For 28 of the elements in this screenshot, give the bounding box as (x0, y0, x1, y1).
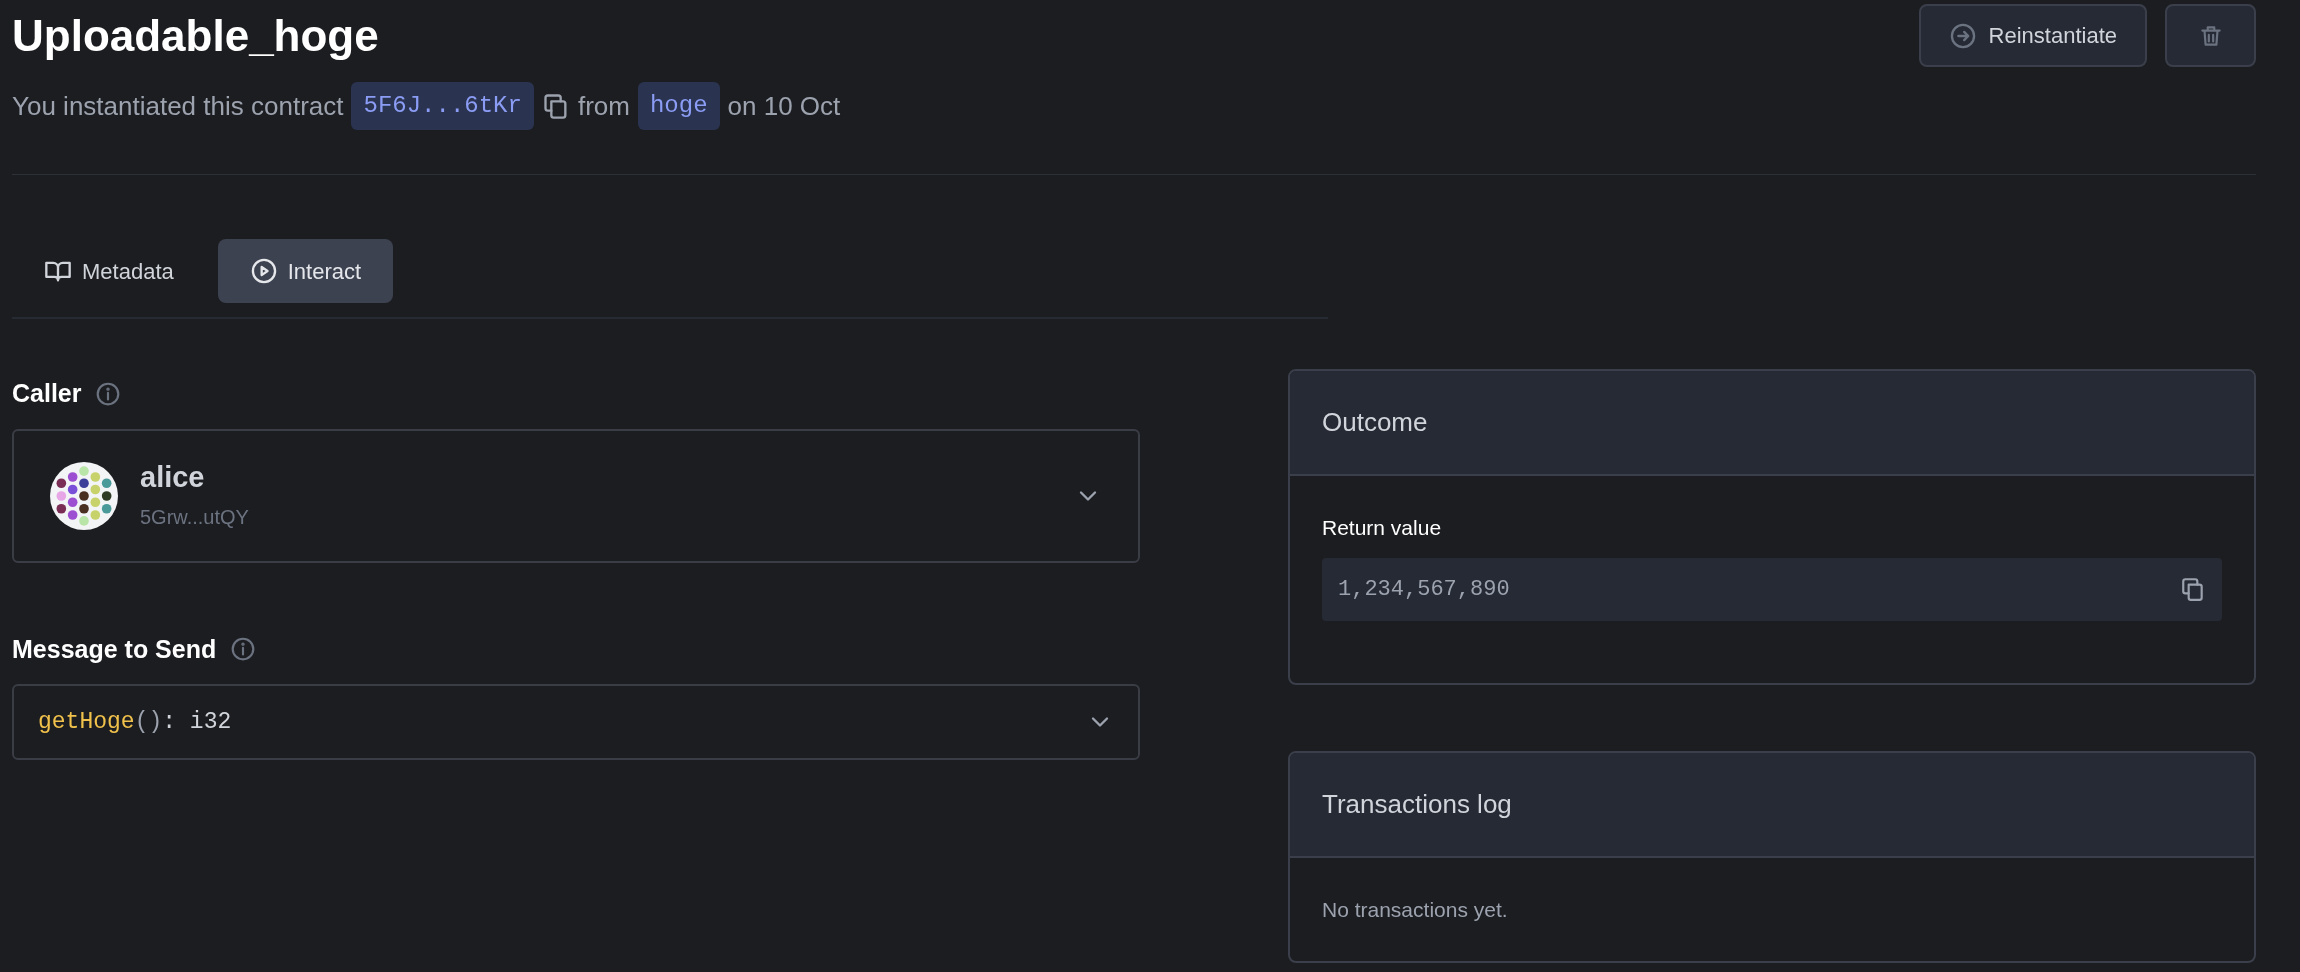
avatar-icon (50, 461, 118, 530)
account-name: alice (140, 460, 206, 496)
message-dropdown[interactable]: getHoge(): i32 (12, 684, 1140, 760)
info-icon[interactable] (95, 380, 122, 407)
card-title: Transactions log (1322, 787, 1512, 821)
code-hash-link[interactable]: hoge (637, 82, 720, 130)
caller-dropdown[interactable]: alice 5Grw...utQY (12, 428, 1140, 563)
play-icon (249, 257, 278, 285)
tab[interactable]: Interact (217, 239, 394, 303)
subtitle-text: from (577, 89, 630, 123)
tab[interactable]: Metadata (12, 239, 206, 303)
card-title: Outcome (1322, 406, 1428, 439)
delete-button[interactable] (2165, 4, 2256, 67)
account-address: 5Grw...utQY (140, 504, 250, 530)
field-label: Return value (1322, 515, 1443, 541)
reinstantiate-button[interactable]: Reinstantiate (1918, 4, 2147, 67)
subtitle-text: on 10 Oct (727, 89, 841, 123)
field-label: Message to Send (12, 633, 217, 665)
copy-icon[interactable] (541, 92, 570, 120)
page-title: Uploadable_hoge (12, 14, 380, 58)
arrow-right-circle-icon (1948, 21, 1977, 50)
contract-address: 5F6J...6tKr (351, 82, 534, 130)
empty-message: No transactions yet. (1322, 896, 1509, 923)
return-value-field: 1,234,567,890 (1322, 557, 2222, 621)
field-label: Caller (12, 378, 82, 409)
subtitle-text: You instantiated this contract (12, 89, 344, 123)
info-icon[interactable] (230, 636, 257, 663)
copy-icon[interactable] (2180, 576, 2206, 602)
